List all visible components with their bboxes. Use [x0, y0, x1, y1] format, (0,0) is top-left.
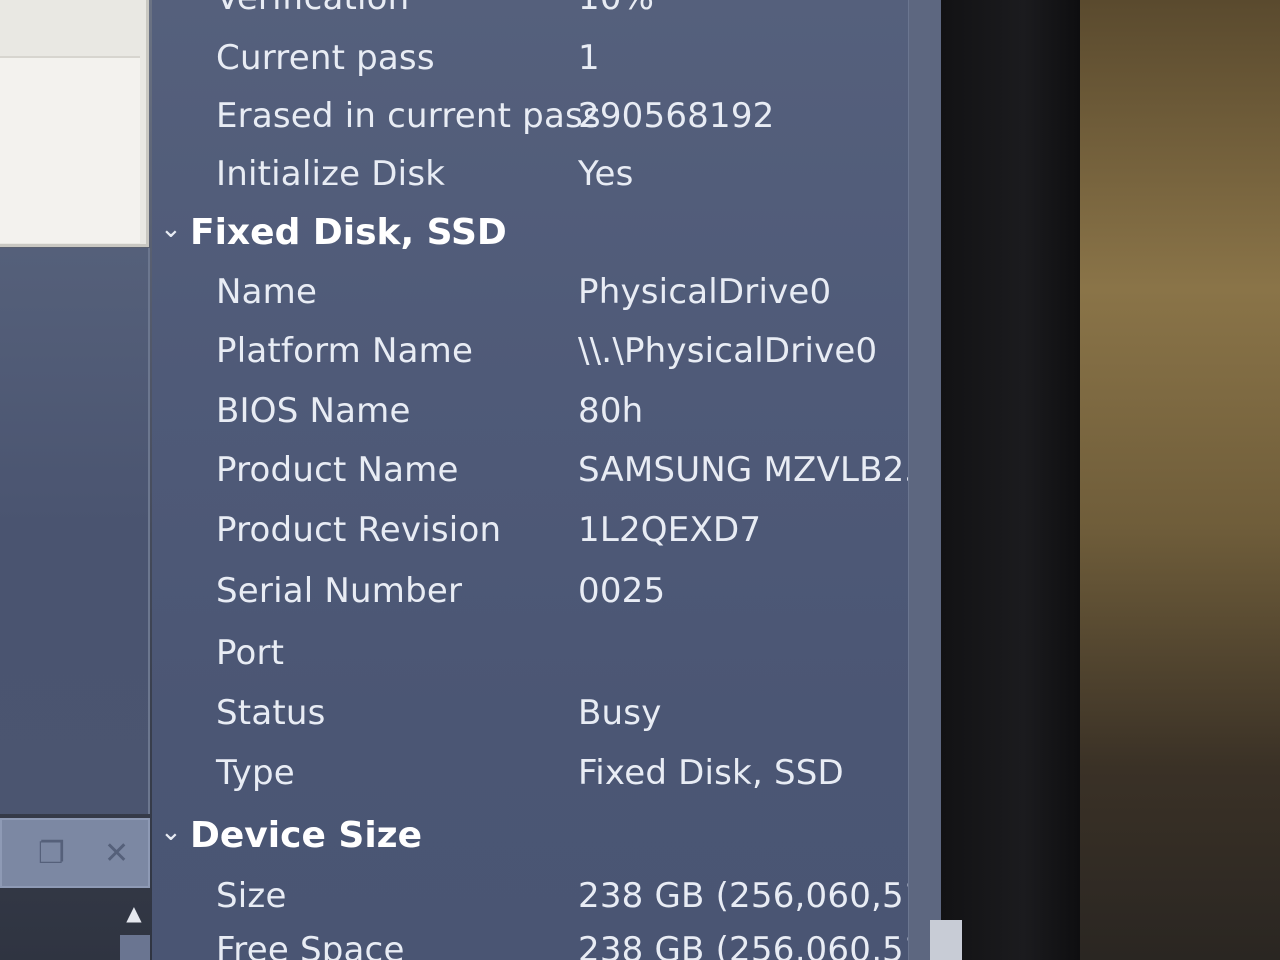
property-label: Platform Name	[216, 331, 474, 371]
property-label: Serial Number	[216, 571, 463, 611]
property-label: Product Name	[216, 450, 459, 490]
property-row: Product Name SAMSUNG MZVLB256	[152, 450, 928, 510]
property-value: Fixed Disk, SSD	[578, 753, 844, 793]
property-row: Product Revision 1L2QEXD7	[152, 510, 928, 570]
monitor-bezel	[940, 0, 1080, 960]
property-label: Product Revision	[216, 510, 502, 550]
property-value: PhysicalDrive0	[578, 272, 832, 312]
property-label: Erased in current pass	[216, 96, 601, 136]
property-label: Status	[216, 693, 326, 733]
property-value: SAMSUNG MZVLB256	[578, 450, 928, 490]
property-value: 238 GB (256,060,514,3	[578, 876, 928, 916]
property-value: 0025	[578, 571, 666, 611]
left-scrollbar-track[interactable]	[120, 935, 150, 960]
property-row: Free Space 238 GB (256,060,513,7	[152, 930, 928, 960]
property-label: Port	[216, 633, 285, 673]
section-header-device-size[interactable]: ⌄ Device Size	[152, 815, 928, 875]
properties-scrollbar-track[interactable]	[908, 0, 941, 960]
properties-scrollbar-thumb[interactable]	[930, 920, 962, 960]
property-label: Current pass	[216, 38, 435, 78]
property-row: Erased in current pass 290568192	[152, 96, 928, 156]
section-header-fixed-disk[interactable]: ⌄ Fixed Disk, SSD	[152, 212, 928, 272]
property-row: Status Busy	[152, 693, 928, 753]
property-value: 1L2QEXD7	[578, 510, 762, 550]
property-label: Free Space	[216, 930, 405, 960]
property-row: Current pass 1	[152, 38, 928, 98]
section-title: Device Size	[190, 815, 423, 856]
left-list-item[interactable]	[0, 56, 140, 243]
property-row: Type Fixed Disk, SSD	[152, 753, 928, 813]
property-value: Busy	[578, 693, 662, 733]
property-value: Yes	[578, 154, 634, 194]
scroll-up-arrow-icon[interactable]: ▲	[118, 895, 150, 935]
left-pane: ❐ ✕ ▲	[0, 0, 152, 960]
section-title: Fixed Disk, SSD	[190, 212, 507, 253]
chevron-down-icon[interactable]: ⌄	[160, 214, 182, 244]
left-tree-panel	[0, 248, 150, 814]
property-value: 80h	[578, 391, 644, 431]
properties-panel: Verification 10% Current pass 1 Erased i…	[152, 0, 928, 960]
property-label: Verification	[216, 0, 409, 18]
background-wall	[1060, 0, 1280, 960]
left-toolbar: ❐ ✕	[0, 818, 150, 888]
chevron-down-icon[interactable]: ⌄	[160, 817, 182, 847]
property-row: Port	[152, 633, 928, 693]
property-label: Type	[216, 753, 295, 793]
property-value: \\.\PhysicalDrive0	[578, 331, 878, 371]
property-value: 1	[578, 38, 600, 78]
property-label: BIOS Name	[216, 391, 411, 431]
property-row: Name PhysicalDrive0	[152, 272, 928, 332]
property-row: Size 238 GB (256,060,514,3	[152, 876, 928, 936]
property-label: Initialize Disk	[216, 154, 446, 194]
property-value: 238 GB (256,060,513,7	[578, 930, 928, 960]
left-list-panel	[0, 0, 149, 247]
property-value: 290568192	[578, 96, 775, 136]
property-row: Initialize Disk Yes	[152, 154, 928, 214]
property-row: Verification 10%	[152, 0, 928, 38]
property-label: Name	[216, 272, 318, 312]
property-row: BIOS Name 80h	[152, 391, 928, 451]
property-row: Platform Name \\.\PhysicalDrive0	[152, 331, 928, 391]
restore-window-icon[interactable]: ❐	[38, 836, 65, 871]
property-row: Serial Number 0025	[152, 571, 928, 631]
close-icon[interactable]: ✕	[104, 836, 129, 871]
property-label: Size	[216, 876, 287, 916]
property-value: 10%	[578, 0, 654, 18]
